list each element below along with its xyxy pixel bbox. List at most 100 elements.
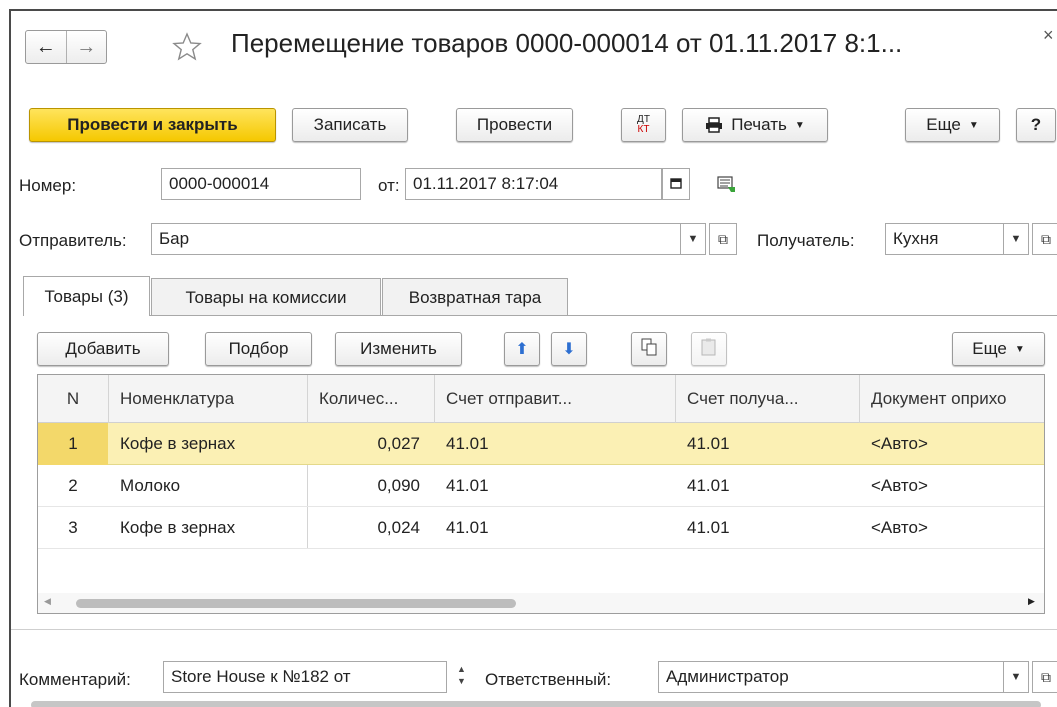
- account-from-cell[interactable]: 41.01: [434, 507, 675, 549]
- column-header-document[interactable]: Документ оприхо: [859, 375, 1044, 423]
- back-arrow-icon: ←: [35, 35, 56, 58]
- scrollbar-thumb[interactable]: [76, 599, 516, 608]
- arrow-up-icon: ⬆: [515, 341, 529, 358]
- responsible-dropdown-button[interactable]: ▼: [1003, 661, 1029, 693]
- column-header-n[interactable]: N: [38, 375, 108, 423]
- tab-panel-border: [23, 315, 1057, 316]
- account-to-cell[interactable]: 41.01: [675, 423, 859, 465]
- arrow-down-icon: ⬇: [562, 341, 576, 358]
- item-cell[interactable]: Молоко: [108, 465, 307, 507]
- help-button[interactable]: ?: [1016, 108, 1056, 142]
- responsible-label: Ответственный:: [485, 670, 612, 689]
- comment-spinner[interactable]: ▲ ▼: [457, 663, 466, 687]
- account-from-cell[interactable]: 41.01: [434, 465, 675, 507]
- comment-label: Комментарий:: [19, 670, 131, 689]
- document-cell[interactable]: <Авто>: [859, 423, 1044, 465]
- print-button[interactable]: Печать ▼: [682, 108, 828, 142]
- goods-table: N Номенклатура Количес... Счет отправит.…: [37, 374, 1045, 614]
- item-cell[interactable]: Кофе в зернах: [108, 507, 307, 549]
- sender-dropdown-button[interactable]: ▼: [680, 223, 706, 255]
- chevron-down-icon: ▼: [1014, 343, 1025, 355]
- header-divider: [434, 375, 435, 423]
- sender-open-button[interactable]: ⧉: [709, 223, 737, 255]
- calendar-icon: [670, 177, 682, 192]
- sender-label: Отправитель:: [19, 231, 127, 250]
- quantity-cell[interactable]: 0,090: [307, 465, 434, 507]
- date-field[interactable]: 01.11.2017 8:17:04: [405, 168, 662, 200]
- account-from-cell[interactable]: 41.01: [434, 423, 675, 465]
- responsible-open-button[interactable]: ⧉: [1032, 661, 1057, 693]
- forward-button[interactable]: →: [67, 31, 107, 63]
- open-link-icon: ⧉: [1041, 668, 1051, 685]
- account-to-cell[interactable]: 41.01: [675, 507, 859, 549]
- print-label: Печать: [731, 115, 787, 134]
- comment-note-icon[interactable]: [716, 175, 736, 198]
- close-icon[interactable]: ×: [1043, 25, 1054, 46]
- column-header-item[interactable]: Номенклатура: [108, 375, 307, 423]
- save-button[interactable]: Записать: [292, 108, 408, 142]
- copy-button[interactable]: [631, 332, 667, 366]
- sender-field[interactable]: Бар: [151, 223, 681, 255]
- receiver-open-button[interactable]: ⧉: [1032, 223, 1057, 255]
- row-number-cell[interactable]: 2: [38, 465, 108, 507]
- window-scrollbar[interactable]: [31, 701, 1041, 707]
- date-label: от:: [378, 176, 400, 195]
- document-title: Перемещение товаров 0000-000014 от 01.11…: [231, 28, 903, 58]
- header-divider: [108, 375, 109, 423]
- chevron-down-icon: ▼: [687, 233, 699, 245]
- nav-buttons-group: ← →: [25, 30, 107, 64]
- post-and-close-button[interactable]: Провести и закрыть: [29, 108, 276, 142]
- comment-field[interactable]: Store House к №182 от: [163, 661, 447, 693]
- copy-icon: [641, 338, 657, 361]
- chevron-up-icon[interactable]: ▲: [457, 663, 466, 675]
- bottom-divider: [11, 629, 1057, 630]
- dt-kt-button[interactable]: ДТ КТ: [621, 108, 666, 142]
- chevron-down-icon: ▼: [794, 119, 805, 131]
- printer-icon: [705, 117, 723, 133]
- open-link-icon: ⧉: [718, 230, 728, 247]
- table-more-label: Еще: [972, 339, 1007, 358]
- paste-button[interactable]: [691, 332, 727, 366]
- favorite-star-icon[interactable]: [171, 31, 203, 63]
- table-more-button[interactable]: Еще ▼: [952, 332, 1045, 366]
- column-header-account-to[interactable]: Счет получа...: [675, 375, 859, 423]
- calendar-button[interactable]: [662, 168, 690, 200]
- post-button[interactable]: Провести: [456, 108, 573, 142]
- document-cell[interactable]: <Авто>: [859, 465, 1044, 507]
- forward-arrow-icon: →: [76, 35, 97, 58]
- row-number-cell[interactable]: 1: [38, 423, 108, 465]
- quantity-cell[interactable]: 0,024: [307, 507, 434, 549]
- column-header-quantity[interactable]: Количес...: [307, 375, 434, 423]
- edit-button[interactable]: Изменить: [335, 332, 462, 366]
- more-button[interactable]: Еще ▼: [905, 108, 1000, 142]
- header-divider: [859, 375, 860, 423]
- add-row-button[interactable]: Добавить: [37, 332, 169, 366]
- responsible-field[interactable]: Администратор: [658, 661, 1004, 693]
- scroll-right-icon[interactable]: ▶: [1028, 596, 1035, 607]
- paste-icon: [701, 338, 717, 361]
- tab-returnable-container[interactable]: Возвратная тара: [382, 278, 568, 316]
- horizontal-scrollbar[interactable]: ◀ ▶: [38, 593, 1044, 613]
- back-button[interactable]: ←: [26, 31, 67, 63]
- tab-commission-goods[interactable]: Товары на комиссии: [151, 278, 381, 316]
- account-to-cell[interactable]: 41.01: [675, 465, 859, 507]
- pick-button[interactable]: Подбор: [205, 332, 312, 366]
- receiver-dropdown-button[interactable]: ▼: [1003, 223, 1029, 255]
- move-down-button[interactable]: ⬇: [551, 332, 587, 366]
- chevron-down-icon[interactable]: ▼: [457, 675, 466, 687]
- chevron-down-icon: ▼: [1010, 233, 1022, 245]
- tab-goods[interactable]: Товары (3): [23, 276, 150, 316]
- column-header-account-from[interactable]: Счет отправит...: [434, 375, 675, 423]
- row-number-cell[interactable]: 3: [38, 507, 108, 549]
- number-field[interactable]: 0000-000014: [161, 168, 361, 200]
- document-cell[interactable]: <Авто>: [859, 507, 1044, 549]
- more-label: Еще: [926, 115, 961, 134]
- move-up-button[interactable]: ⬆: [504, 332, 540, 366]
- open-link-icon: ⧉: [1041, 230, 1051, 247]
- item-cell[interactable]: Кофе в зернах: [108, 423, 307, 465]
- scroll-left-icon[interactable]: ◀: [44, 596, 51, 607]
- quantity-cell[interactable]: 0,027: [307, 423, 434, 465]
- receiver-field[interactable]: Кухня: [885, 223, 1004, 255]
- chevron-down-icon: ▼: [1010, 671, 1022, 683]
- document-window: ← → Перемещение товаров 0000-000014 от 0…: [9, 9, 1057, 707]
